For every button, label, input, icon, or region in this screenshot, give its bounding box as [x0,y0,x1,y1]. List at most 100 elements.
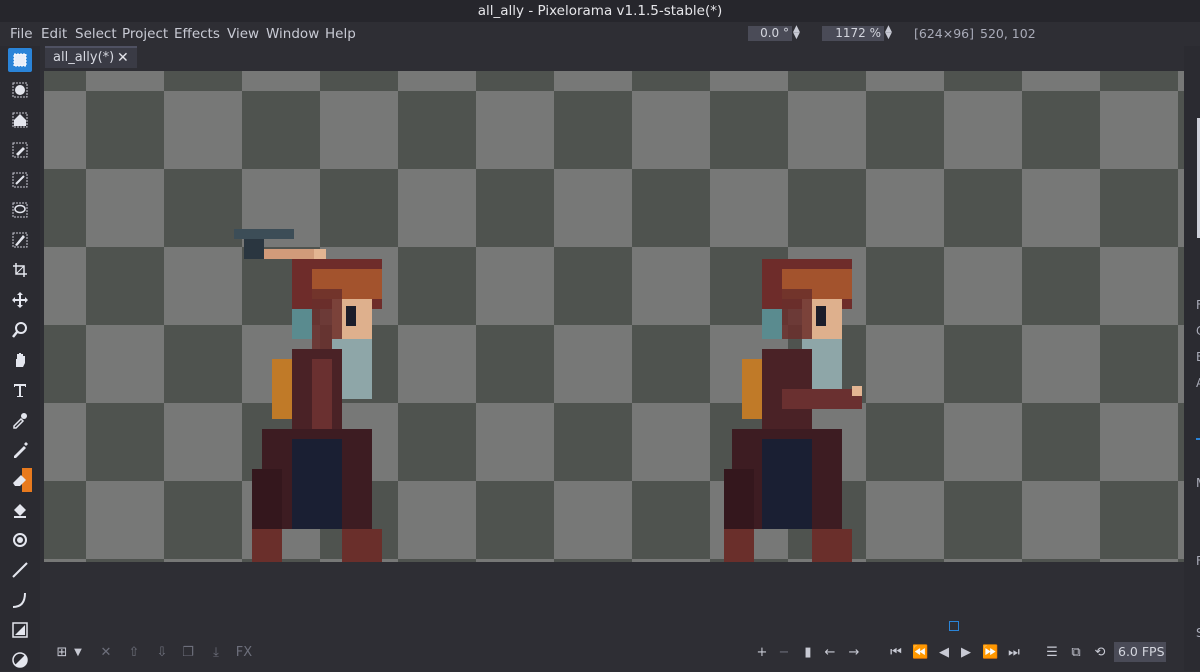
rotation-stepper-icon[interactable]: ▲ ▼ [793,25,800,41]
tab-all-ally[interactable]: all_ally(*) ✕ [45,46,137,68]
panel-letter: F [1196,298,1200,312]
paint-select-icon [12,232,28,248]
merge-layer-icon[interactable]: ⤓ [208,644,224,662]
crop-tool[interactable] [8,258,32,282]
shading-tool[interactable] [8,528,32,552]
ellipse-select-tool[interactable] [8,78,32,102]
menu-project[interactable]: Project [122,25,168,43]
tab-label: all_ally(*) [53,50,115,65]
pencil-tool[interactable] [8,438,32,462]
menu-view[interactable]: View [227,25,259,43]
rotation-field[interactable]: 0.0 ° [748,26,792,41]
panel-letter: C [1196,324,1200,338]
coat-tail [724,469,754,529]
curve-tool[interactable] [8,588,32,612]
panel-letter: S [1196,626,1200,640]
last-frame-icon[interactable]: ⏭ [1006,644,1022,662]
line-tool[interactable] [8,558,32,582]
menu-edit[interactable]: Edit [41,25,67,43]
color-select-tool[interactable] [8,138,32,162]
panel-letter: M [1196,476,1200,490]
arm [782,389,862,409]
polygon-select-tool[interactable] [8,108,32,132]
window-title: all_ally - Pixelorama v1.1.5-stable(*) [477,3,723,19]
magic-wand-tool[interactable] [8,168,32,192]
ellipse-icon [12,652,28,668]
cursor-position-label: 520, 102 [980,26,1036,41]
fps-spinbox[interactable]: 6.0 FPS [1114,642,1166,662]
zoom-icon [12,322,27,338]
left-boot [252,529,282,562]
move-layer-up-icon[interactable]: ⇧ [126,644,142,662]
crop-icon [13,263,27,277]
close-icon[interactable]: ✕ [117,50,129,66]
move-frame-left-icon[interactable]: ← [822,644,838,662]
polygon-select-icon [12,112,28,128]
timeline-bar: ⊞ ▼ ✕ ⇧ ⇩ ❐ ⤓ FX + − ▮ ← → ⏮ ⏪ ◀ ▶ ⏩ ⏭ ☰… [44,636,1184,671]
eraser-tool[interactable] [8,468,32,492]
paint-select-tool[interactable] [8,228,32,252]
eyedropper-icon [13,413,27,429]
pan-tool[interactable] [8,348,32,372]
remove-layer-icon[interactable]: ✕ [98,644,114,662]
right-boot [342,529,382,562]
remove-frame-icon[interactable]: − [776,644,792,662]
add-frame-icon[interactable]: + [754,644,770,662]
menu-select[interactable]: Select [75,25,117,43]
timeline-settings-icon[interactable]: ☰ [1044,644,1060,662]
shading-icon [13,533,27,547]
move-frame-right-icon[interactable]: → [846,644,862,662]
next-frame-icon[interactable]: ⏩ [982,644,998,662]
clone-layer-icon[interactable]: ❐ [180,644,196,662]
previous-frame-icon[interactable]: ⏪ [912,644,928,662]
rectangle-select-tool[interactable] [8,48,32,72]
canvas[interactable] [44,71,1184,562]
magic-wand-icon [12,172,28,188]
title-bar: all_ally - Pixelorama v1.1.5-stable(*) [0,0,1200,22]
tab-bar: all_ally(*) ✕ [44,46,1184,68]
clone-frame-icon[interactable]: ▮ [800,644,816,662]
coat-tail [252,469,282,529]
viewport-margin [44,562,1184,632]
rectangle-tool[interactable] [8,618,32,642]
slider-handle[interactable] [1196,438,1200,440]
bucket-icon [14,504,26,518]
eye [346,306,356,326]
play-forward-icon[interactable]: ▶ [958,644,974,662]
fist [852,386,862,396]
play-backwards-icon[interactable]: ◀ [936,644,952,662]
viewport-indicator[interactable] [949,621,959,631]
layer-effects-button[interactable]: FX [234,644,254,662]
color-picker-tool[interactable] [8,408,32,432]
loop-icon[interactable]: ⟲ [1092,644,1108,662]
zoom-tool[interactable] [8,318,32,342]
add-layer-icon[interactable]: ⊞ [54,644,70,662]
line-icon [12,562,28,578]
text-tool[interactable] [8,378,32,402]
chevron-down-icon[interactable]: ▼ [72,644,84,662]
pistol-grip [244,239,264,259]
hair-side [762,309,782,339]
ellipse-tool[interactable] [8,648,32,672]
rectangle-icon [12,622,28,638]
move-layer-down-icon[interactable]: ⇩ [154,644,170,662]
panel-letter: E [1196,350,1200,364]
panel-letter: A [1196,376,1200,390]
move-tool[interactable] [8,288,32,312]
eraser-icon [13,475,26,486]
lasso-tool[interactable] [8,198,32,222]
bucket-tool[interactable] [8,498,32,522]
torso-strap [312,359,332,429]
raised-arm [264,249,319,259]
zoom-stepper-icon[interactable]: ▲ ▼ [885,25,892,41]
zoom-field[interactable]: 1172 % [822,26,884,41]
menu-window[interactable]: Window [266,25,319,43]
onion-skinning-icon[interactable]: ⧉ [1068,644,1084,662]
legs [762,439,812,529]
first-frame-icon[interactable]: ⏮ [888,644,904,662]
menu-file[interactable]: File [10,25,33,43]
hand-icon [16,353,25,367]
curve-icon [12,592,26,608]
menu-help[interactable]: Help [325,25,356,43]
menu-effects[interactable]: Effects [174,25,220,43]
